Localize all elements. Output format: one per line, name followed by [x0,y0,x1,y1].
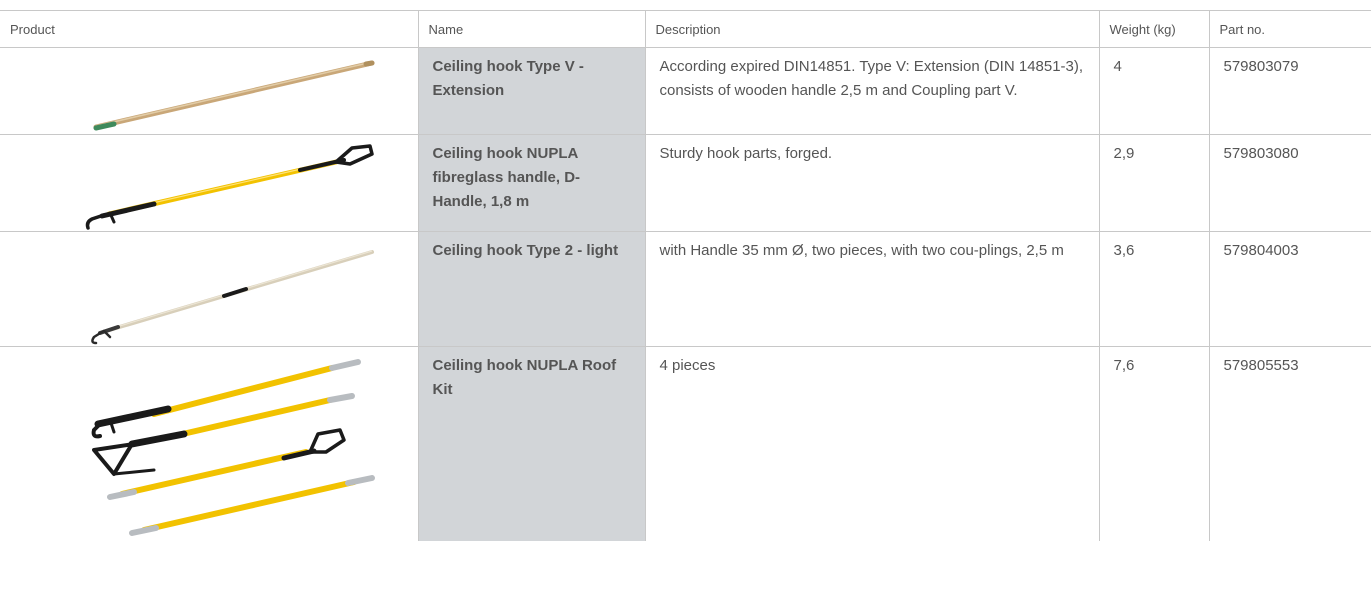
product-part-no: 579805553 [1223,357,1299,374]
product-description: with Handle 35 mm Ø, two pieces, with tw… [645,231,1100,347]
two-piece-light-hook-image [91,250,374,345]
column-header-description: Description [645,10,1100,48]
table-header-row: Product Name Description Weight (kg) Par… [0,10,1371,48]
column-header-product: Product [0,10,419,48]
column-header-name: Name [418,10,646,48]
product-name: Ceiling hook NUPLA Roof Kit [418,346,646,541]
product-name: Ceiling hook Type V - Extension [418,47,646,135]
table-row: Ceiling hook Type V - Extension Accordin… [0,47,1371,135]
product-description: Sturdy hook parts, forged. [645,134,1100,232]
table-row: Ceiling hook NUPLA fibreglass handle, D-… [0,134,1371,232]
product-part-no: 579804003 [1209,231,1371,347]
product-name: Ceiling hook Type 2 - light [418,231,646,347]
column-header-weight: Weight (kg) [1099,10,1210,48]
product-part-no: 579803080 [1209,134,1371,232]
product-image-cell [0,346,419,541]
product-name: Ceiling hook NUPLA fibreglass handle, D-… [418,134,646,232]
table-row: Ceiling hook NUPLA Roof Kit 4 pieces 7,6… [0,346,1371,541]
product-table: Product Name Description Weight (kg) Par… [0,10,1371,541]
wooden-extension-handle-image [93,60,375,131]
product-image-cell [0,231,419,347]
product-weight: 7,6 [1099,346,1210,541]
product-part-no: 579803079 [1209,47,1371,135]
product-weight: 2,9 [1099,134,1210,232]
product-table-page: Product Name Description Weight (kg) Par… [0,0,1371,594]
product-description: According expired DIN14851. Type V: Exte… [645,47,1100,135]
product-weight: 4 [1099,47,1210,135]
fibreglass-d-handle-hook-image [85,144,374,230]
product-weight: 3,6 [1099,231,1210,347]
product-image-cell [0,47,419,135]
nupla-roof-kit-image [91,359,375,536]
product-description: 4 pieces [645,346,1100,541]
column-header-part-no: Part no. [1209,10,1371,48]
table-row: Ceiling hook Type 2 - light with Handle … [0,231,1371,347]
product-image-cell [0,134,419,232]
